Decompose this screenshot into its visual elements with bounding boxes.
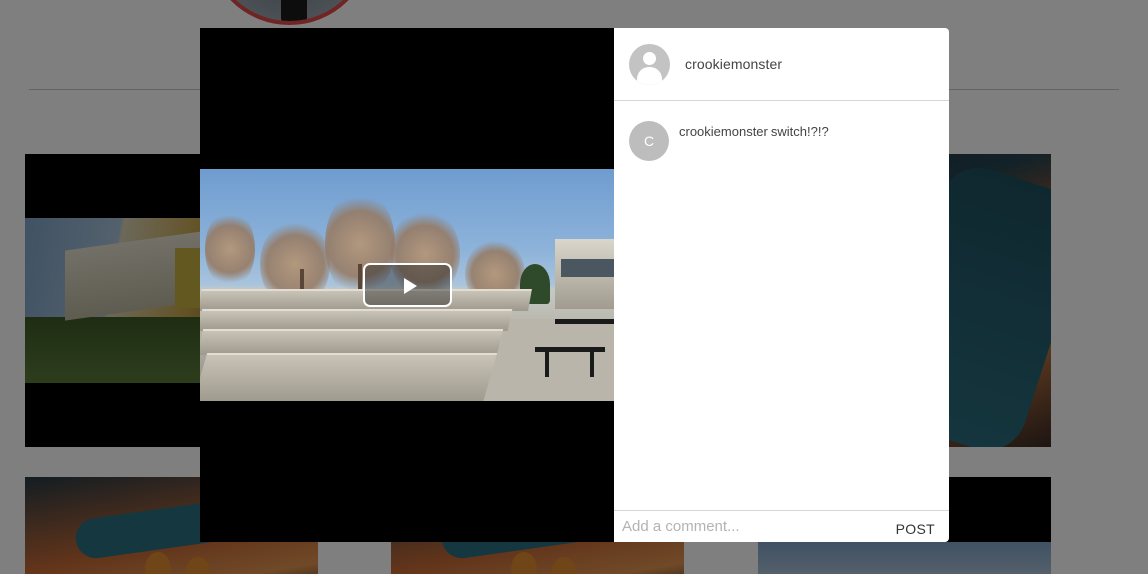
comment-text: switch!?!? (770, 124, 829, 139)
post-detail-panel: crookiemonster C crookiemonster switch!?!… (614, 28, 949, 542)
video-step (200, 353, 498, 401)
video-building-window (561, 259, 614, 277)
post-header: crookiemonster (614, 28, 949, 101)
comment-input[interactable] (622, 518, 896, 535)
default-user-icon-head (643, 51, 656, 65)
default-user-icon[interactable] (629, 43, 670, 85)
comment-avatar[interactable]: C (629, 121, 669, 161)
post-comment-button[interactable]: POST (896, 521, 935, 537)
video-picnic-table-leg (545, 347, 549, 377)
video-tree (205, 209, 255, 289)
comment-form: POST (614, 510, 949, 542)
video-step (200, 309, 513, 331)
play-button[interactable] (363, 263, 452, 307)
post-modal: crookiemonster C crookiemonster switch!?!… (200, 28, 949, 542)
post-author-username[interactable]: crookiemonster (685, 56, 782, 72)
video-picnic-table-leg (590, 347, 594, 377)
comment-body: crookiemonster switch!?!? (679, 124, 829, 139)
post-media (200, 28, 614, 542)
comment-item: C crookiemonster switch!?!? (629, 121, 934, 161)
video-step (200, 329, 504, 355)
comment-list: C crookiemonster switch!?!? (614, 101, 949, 510)
play-icon (404, 278, 417, 294)
video-building (555, 239, 614, 309)
comment-author[interactable]: crookiemonster (679, 124, 768, 139)
video-picnic-table (555, 319, 614, 324)
default-user-icon-body (637, 66, 662, 85)
